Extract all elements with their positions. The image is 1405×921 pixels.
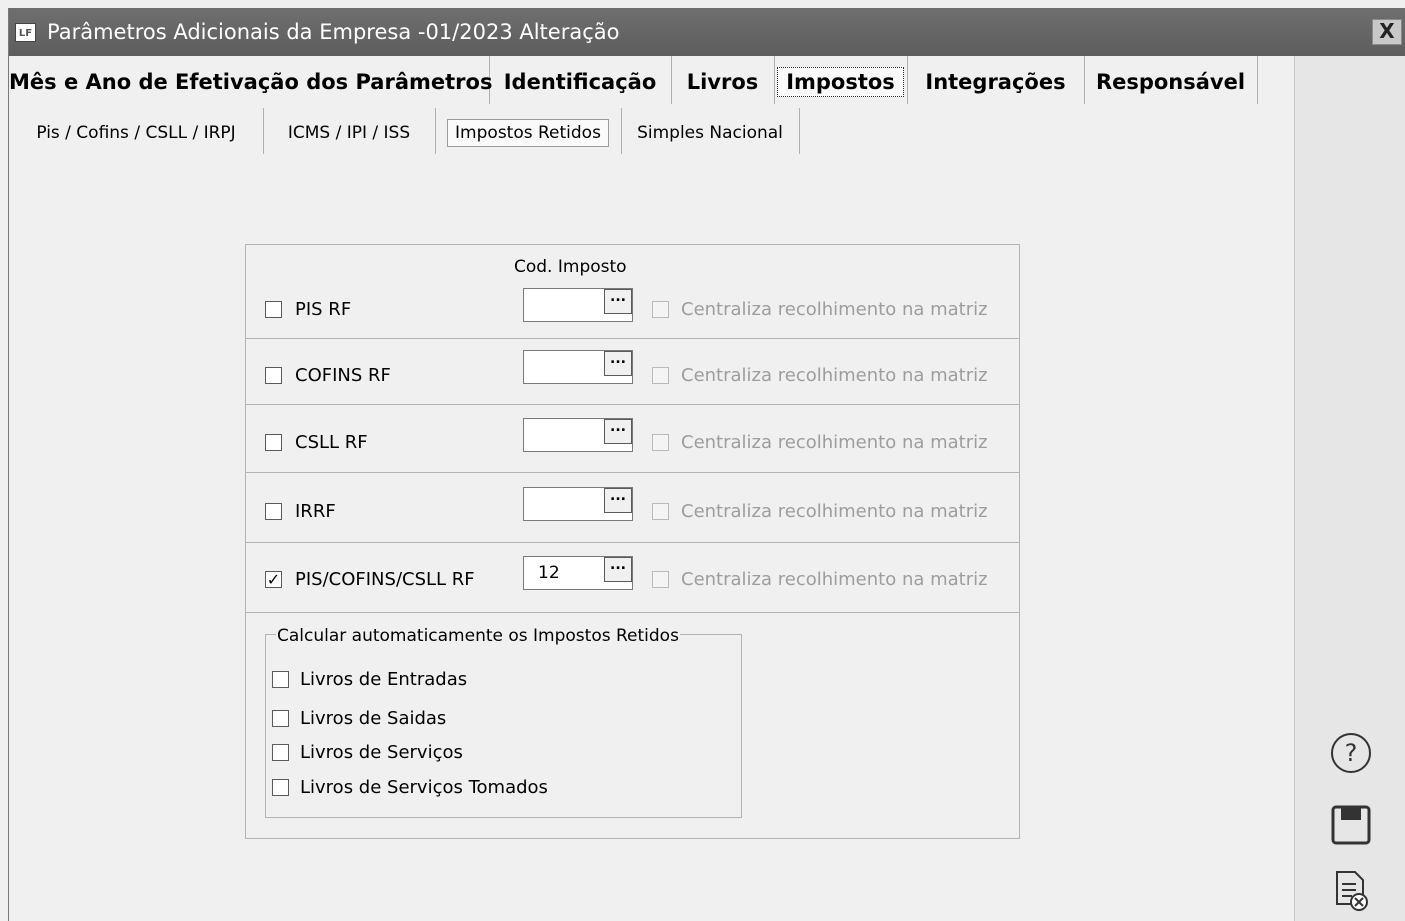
centraliza-label: Centraliza recolhimento na matriz <box>681 365 988 386</box>
irrf-centraliza-checkbox[interactable] <box>652 503 669 520</box>
tab-impostos[interactable]: Impostos <box>774 56 908 104</box>
action-panel: ? <box>1294 56 1405 921</box>
centraliza-label: Centraliza recolhimento na matriz <box>681 299 988 320</box>
window-title: Parâmetros Adicionais da Empresa -01/202… <box>47 20 620 44</box>
livros-servicos-checkbox[interactable] <box>272 744 289 761</box>
irrf-checkbox[interactable] <box>265 503 282 520</box>
pis-cofins-csll-rf-centraliza-checkbox[interactable] <box>652 571 669 588</box>
livros-saidas-checkbox[interactable] <box>272 710 289 727</box>
livros-saidas-label: Livros de Saidas <box>300 708 447 729</box>
csll-rf-label: CSLL RF <box>295 432 368 453</box>
subtab-label: ICMS / IPI / ISS <box>287 123 411 143</box>
irrf-code-input[interactable]: ... <box>523 487 633 521</box>
centraliza-label: Centraliza recolhimento na matriz <box>681 569 988 590</box>
tab-integracoes[interactable]: Integrações <box>907 56 1085 104</box>
pis-cofins-csll-rf-code-input[interactable]: 12 ... <box>523 556 633 590</box>
livros-servicos-tomados-checkbox[interactable] <box>272 779 289 796</box>
livros-entradas-label: Livros de Entradas <box>300 669 468 690</box>
cod-imposto-header: Cod. Imposto <box>514 257 627 277</box>
subtab-label: Pis / Cofins / CSLL / IRPJ <box>36 123 236 143</box>
code-value: 12 <box>538 563 560 583</box>
help-icon[interactable]: ? <box>1328 730 1374 776</box>
csll-rf-checkbox[interactable] <box>265 434 282 451</box>
auto-calc-title: Calcular automaticamente os Impostos Ret… <box>276 626 680 646</box>
subtab-label: Impostos Retidos <box>447 119 609 147</box>
csll-rf-centraliza-checkbox[interactable] <box>652 434 669 451</box>
tab-efetivacao[interactable]: Mês e Ano de Efetivação dos Parâmetros <box>9 56 493 104</box>
subtab-impostos-retidos[interactable]: Impostos Retidos <box>435 108 622 154</box>
centraliza-label: Centraliza recolhimento na matriz <box>681 432 988 453</box>
tab-label: Livros <box>686 70 759 94</box>
tab-responsavel[interactable]: Responsável <box>1084 56 1258 104</box>
subtab-icms[interactable]: ICMS / IPI / ISS <box>263 108 436 154</box>
svg-text:?: ? <box>1345 739 1358 767</box>
pis-rf-code-input[interactable]: ... <box>523 288 633 322</box>
tab-label: Mês e Ano de Efetivação dos Parâmetros <box>9 70 493 94</box>
cofins-rf-checkbox[interactable] <box>265 367 282 384</box>
subtab-label: Simples Nacional <box>637 123 783 143</box>
livros-servicos-tomados-label: Livros de Serviços Tomados <box>300 777 548 798</box>
pis-cofins-csll-rf-checkbox[interactable]: ✓ <box>265 571 282 588</box>
lookup-button[interactable]: ... <box>604 419 632 444</box>
save-icon[interactable] <box>1328 802 1374 848</box>
tab-label: Integrações <box>925 70 1066 94</box>
lookup-button[interactable]: ... <box>604 557 632 582</box>
title-bar[interactable]: LF Parâmetros Adicionais da Empresa -01/… <box>9 8 1405 56</box>
tab-label: Responsável <box>1095 70 1246 94</box>
irrf-label: IRRF <box>295 501 336 522</box>
subtab-simples-nacional[interactable]: Simples Nacional <box>621 108 800 154</box>
livros-servicos-label: Livros de Serviços <box>300 742 463 763</box>
pis-cofins-csll-rf-label: PIS/COFINS/CSLL RF <box>295 569 475 590</box>
tab-identificacao[interactable]: Identificação <box>489 56 672 104</box>
app-icon: LF <box>15 23 36 42</box>
subtab-pis-cofins[interactable]: Pis / Cofins / CSLL / IRPJ <box>9 108 264 154</box>
cancel-document-icon[interactable] <box>1328 868 1374 914</box>
lookup-button[interactable]: ... <box>604 488 632 513</box>
tab-label: Identificação <box>503 70 657 94</box>
pis-rf-label: PIS RF <box>295 299 352 320</box>
csll-rf-code-input[interactable]: ... <box>523 418 633 452</box>
pis-rf-centraliza-checkbox[interactable] <box>652 301 669 318</box>
lookup-button[interactable]: ... <box>604 289 632 314</box>
tab-livros[interactable]: Livros <box>671 56 775 104</box>
centraliza-label: Centraliza recolhimento na matriz <box>681 501 988 522</box>
pis-rf-checkbox[interactable] <box>265 301 282 318</box>
tab-label: Impostos <box>777 67 904 97</box>
lookup-button[interactable]: ... <box>604 351 632 376</box>
cofins-rf-code-input[interactable]: ... <box>523 350 633 384</box>
close-button[interactable]: X <box>1372 19 1402 45</box>
livros-entradas-checkbox[interactable] <box>272 671 289 688</box>
cofins-rf-label: COFINS RF <box>295 365 391 386</box>
cofins-rf-centraliza-checkbox[interactable] <box>652 367 669 384</box>
